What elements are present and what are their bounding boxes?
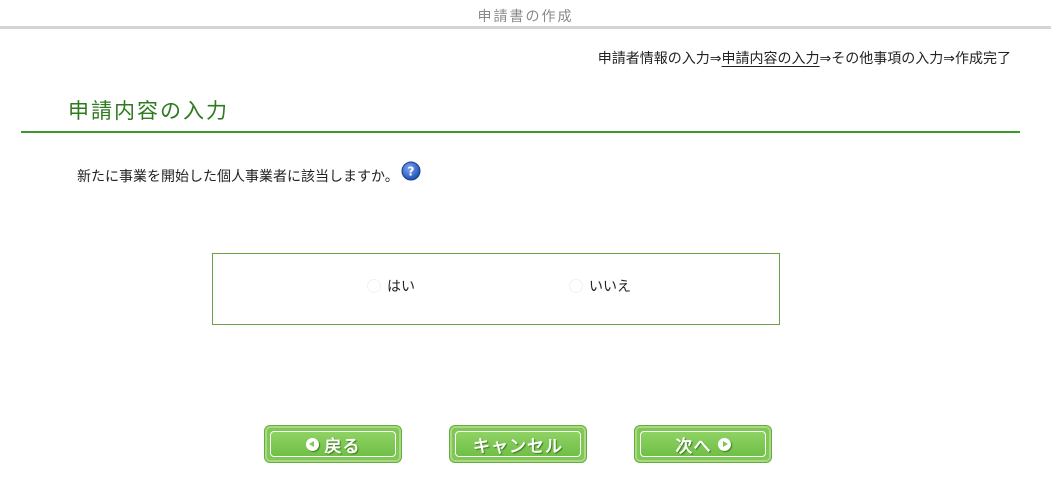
cancel-button[interactable]: キャンセル xyxy=(449,425,587,463)
answer-options-box: はい いいえ xyxy=(212,253,780,325)
back-button[interactable]: 戻る xyxy=(264,425,402,463)
cancel-button-content: キャンセル xyxy=(473,432,563,457)
next-button-content: 次へ xyxy=(676,432,731,457)
page: 申請書の作成 申請者情報の入力⇒申請内容の入力⇒その他事項の入力⇒作成完了 申請… xyxy=(0,0,1051,502)
cancel-button-label: キャンセル xyxy=(473,436,563,457)
step-progress: 申請者情報の入力⇒申請内容の入力⇒その他事項の入力⇒作成完了 xyxy=(598,48,1011,68)
question-text: 新たに事業を開始した個人事業者に該当しますか。 xyxy=(77,169,399,185)
next-button-label: 次へ xyxy=(675,436,712,457)
arrow-left-circle-icon xyxy=(305,437,319,451)
page-title: 申請書の作成 xyxy=(477,9,574,25)
next-button[interactable]: 次へ xyxy=(634,425,772,463)
section-divider xyxy=(21,131,1020,133)
step-application-content-current: 申請内容の入力 xyxy=(721,51,820,67)
option-no[interactable]: いいえ xyxy=(569,276,631,296)
back-button-content: 戻る xyxy=(305,432,361,457)
step-arrow: ⇒ xyxy=(943,51,955,67)
option-yes-label: はい xyxy=(387,279,415,295)
step-applicant-info: 申請者情報の入力 xyxy=(597,51,710,67)
radio-no[interactable] xyxy=(569,279,583,293)
option-yes[interactable]: はい xyxy=(367,276,415,296)
step-complete: 作成完了 xyxy=(955,51,1011,67)
step-arrow: ⇒ xyxy=(709,51,722,67)
radio-yes[interactable] xyxy=(367,279,381,293)
arrow-right-circle-icon xyxy=(717,437,731,451)
question-row: 新たに事業を開始した個人事業者に該当しますか。 ? xyxy=(77,161,421,186)
back-button-label: 戻る xyxy=(324,436,361,457)
question-help-icon[interactable]: ? xyxy=(401,161,421,181)
svg-text:?: ? xyxy=(407,165,414,179)
top-bar: 申請書の作成 xyxy=(0,0,1051,29)
section-heading: 申請内容の入力 xyxy=(68,99,229,123)
option-no-label: いいえ xyxy=(589,279,631,295)
step-arrow: ⇒ xyxy=(819,51,832,67)
step-other-items: その他事項の入力 xyxy=(831,51,944,67)
